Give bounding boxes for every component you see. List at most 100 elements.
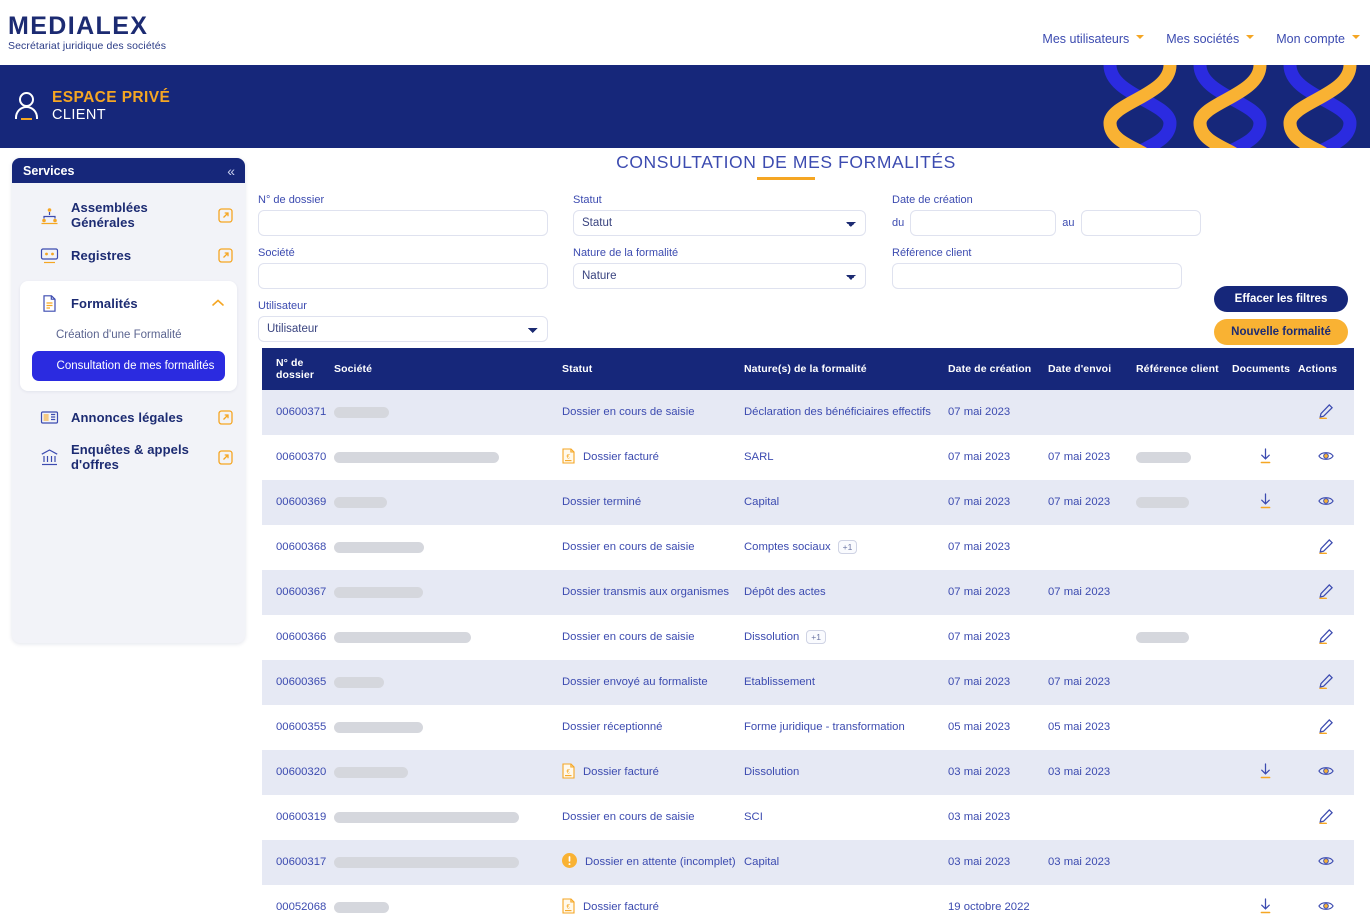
edit-icon[interactable]: [1318, 815, 1334, 827]
table-row[interactable]: 00600368Dossier en cours de saisieCompte…: [262, 525, 1354, 570]
clear-filters-button[interactable]: Effacer les filtres: [1214, 286, 1348, 312]
cell-documents[interactable]: [1232, 480, 1298, 525]
edit-icon[interactable]: [1318, 725, 1334, 737]
cell-date-creation: 07 mai 2023: [948, 390, 1048, 435]
cell-reference-client: [1136, 480, 1232, 525]
edit-icon[interactable]: [1318, 545, 1334, 557]
reference-input[interactable]: [892, 263, 1182, 289]
sidebar-subitem-consultation-formalites[interactable]: Consultation de mes formalités: [32, 351, 225, 381]
nature-text: Comptes sociaux: [744, 541, 831, 553]
col-nature: Nature(s) de la formalité: [744, 348, 948, 390]
utilisateur-select[interactable]: Utilisateur: [258, 316, 548, 342]
cell-nature: [744, 885, 948, 918]
sidebar-item-annonces-legales[interactable]: Annonces légales: [12, 397, 245, 437]
sidebar-item-label: Registres: [71, 248, 206, 263]
filter-reference-client: Référence client: [892, 247, 1182, 289]
nav-mes-societes-label: Mes sociétés: [1166, 32, 1239, 46]
banner-client: CLIENT: [52, 107, 170, 124]
external-link-icon[interactable]: [218, 208, 233, 223]
nav-mes-societes[interactable]: Mes sociétés: [1166, 32, 1254, 46]
sidebar-item-label: Assemblées Générales: [71, 200, 206, 230]
table-row[interactable]: 00052068€Dossier facturé19 octobre 2022: [262, 885, 1354, 918]
societe-input[interactable]: [258, 263, 548, 289]
eye-icon[interactable]: [1318, 860, 1334, 872]
date-to-input[interactable]: [1081, 210, 1201, 236]
nav-mon-compte-label: Mon compte: [1276, 32, 1345, 46]
download-icon[interactable]: [1258, 770, 1273, 782]
new-formality-button[interactable]: Nouvelle formalité: [1214, 319, 1348, 345]
table-row[interactable]: 00600319Dossier en cours de saisieSCI03 …: [262, 795, 1354, 840]
download-icon[interactable]: [1258, 500, 1273, 512]
sidebar-subitem-creation-formalite[interactable]: Création d'une Formalité: [20, 323, 237, 347]
table-row[interactable]: 00600367Dossier transmis aux organismesD…: [262, 570, 1354, 615]
cell-documents[interactable]: [1232, 885, 1298, 918]
cell-societe: [334, 885, 562, 918]
cell-numero: 00600370: [262, 435, 334, 480]
cell-actions[interactable]: [1298, 390, 1354, 435]
cell-nature: Etablissement: [744, 660, 948, 705]
eye-icon[interactable]: [1318, 500, 1334, 512]
table-row[interactable]: 00600317Dossier en attente (incomplet)Ca…: [262, 840, 1354, 885]
edit-icon[interactable]: [1318, 410, 1334, 422]
page-title-text: CONSULTATION DE MES FORMALITÉS: [616, 152, 956, 172]
nav-mon-compte[interactable]: Mon compte: [1276, 32, 1360, 46]
download-icon[interactable]: [1258, 905, 1273, 917]
download-icon[interactable]: [1258, 455, 1273, 467]
edit-icon[interactable]: [1318, 635, 1334, 647]
cell-actions[interactable]: [1298, 750, 1354, 795]
table-row[interactable]: 00600371Dossier en cours de saisieDéclar…: [262, 390, 1354, 435]
external-link-icon[interactable]: [218, 410, 233, 425]
external-link-icon[interactable]: [218, 248, 233, 263]
table-row[interactable]: 00600369Dossier terminéCapital07 mai 202…: [262, 480, 1354, 525]
app-root: MEDIALEX Secrétariat juridique des socié…: [0, 0, 1370, 918]
cell-actions[interactable]: [1298, 705, 1354, 750]
eye-icon[interactable]: [1318, 455, 1334, 467]
cell-actions[interactable]: [1298, 570, 1354, 615]
cell-actions[interactable]: [1298, 435, 1354, 480]
sidebar-item-enquetes-appels-offres[interactable]: Enquêtes & appels d'offres: [12, 437, 245, 477]
nature-text: Dépôt des actes: [744, 586, 826, 598]
table-row[interactable]: 00600365Dossier envoyé au formalisteEtab…: [262, 660, 1354, 705]
cell-statut: Dossier transmis aux organismes: [562, 570, 744, 615]
table-row[interactable]: 00600370€Dossier facturéSARL07 mai 20230…: [262, 435, 1354, 480]
statut-select[interactable]: Statut: [573, 210, 866, 236]
cell-societe: [334, 795, 562, 840]
cell-actions[interactable]: [1298, 795, 1354, 840]
dossier-input[interactable]: [258, 210, 548, 236]
table-row[interactable]: 00600320€Dossier facturéDissolution03 ma…: [262, 750, 1354, 795]
nav-mes-utilisateurs[interactable]: Mes utilisateurs: [1042, 32, 1144, 46]
cell-actions[interactable]: [1298, 840, 1354, 885]
invoice-icon: €: [562, 448, 575, 467]
sidebar-item-assemblees-generales[interactable]: Assemblées Générales: [12, 195, 245, 235]
edit-icon[interactable]: [1318, 680, 1334, 692]
eye-icon[interactable]: [1318, 905, 1334, 917]
chevron-down-icon: [1136, 35, 1144, 43]
chevron-up-icon[interactable]: [211, 296, 225, 311]
cell-actions[interactable]: [1298, 615, 1354, 660]
table-row[interactable]: 00600355Dossier réceptionnéForme juridiq…: [262, 705, 1354, 750]
cell-documents: [1232, 705, 1298, 750]
cell-date-creation: 03 mai 2023: [948, 750, 1048, 795]
cell-actions[interactable]: [1298, 885, 1354, 918]
col-actions: Actions: [1298, 348, 1354, 390]
eye-icon[interactable]: [1318, 770, 1334, 782]
sidebar: Services « Assemblées Générales: [12, 158, 245, 643]
date-from-input[interactable]: [910, 210, 1056, 236]
cell-actions[interactable]: [1298, 525, 1354, 570]
sidebar-item-registres[interactable]: Registres: [12, 235, 245, 275]
chevron-down-icon: [1246, 35, 1254, 43]
cell-documents: [1232, 840, 1298, 885]
user-avatar-icon: [14, 91, 40, 121]
sidebar-item-formalites[interactable]: Formalités: [20, 283, 237, 323]
external-link-icon[interactable]: [218, 450, 233, 465]
cell-documents[interactable]: [1232, 435, 1298, 480]
table-row[interactable]: 00600366Dossier en cours de saisieDissol…: [262, 615, 1354, 660]
cell-documents[interactable]: [1232, 750, 1298, 795]
cell-actions[interactable]: [1298, 480, 1354, 525]
cell-actions[interactable]: [1298, 660, 1354, 705]
formalities-table: N° de dossier Société Statut Nature(s) d…: [262, 348, 1354, 918]
statut-text: Dossier en cours de saisie: [562, 541, 695, 553]
org-chart-icon: [40, 206, 59, 225]
edit-icon[interactable]: [1318, 590, 1334, 602]
nature-select[interactable]: Nature: [573, 263, 866, 289]
